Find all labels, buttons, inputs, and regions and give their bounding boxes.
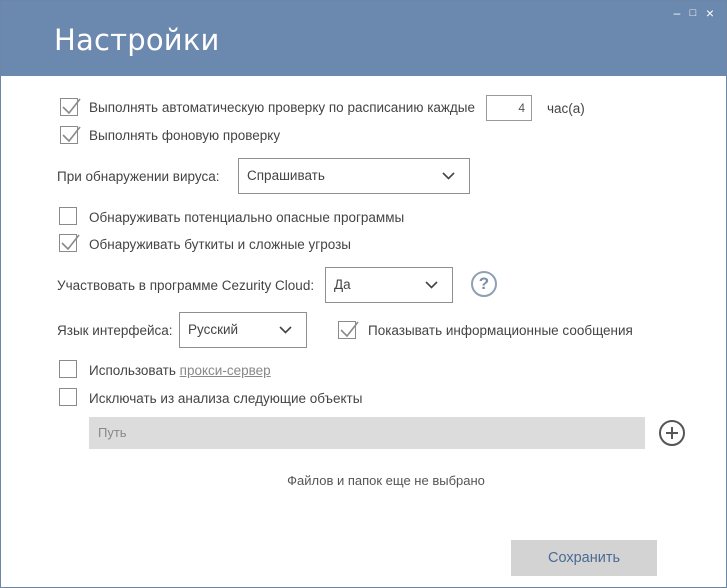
background-check-label: Выполнять фоновую проверку <box>89 128 281 143</box>
settings-window: Настройки – □ × Выполнять автоматическую… <box>0 0 727 588</box>
cloud-value: Да <box>334 277 351 292</box>
virus-action-label: При обнаружении вируса: <box>57 169 220 184</box>
exclusions-label: Исключать из анализа следующие объекты <box>89 391 363 406</box>
check-icon <box>62 98 81 115</box>
title-bar: Настройки – □ × <box>1 1 726 76</box>
pup-checkbox[interactable] <box>59 207 77 225</box>
pup-label: Обнаруживать потенциально опасные програ… <box>89 210 405 225</box>
proxy-checkbox[interactable] <box>59 360 77 378</box>
check-icon <box>62 126 81 143</box>
chevron-down-icon <box>425 281 438 289</box>
background-check-checkbox[interactable] <box>60 126 81 144</box>
cloud-select[interactable]: Да <box>325 267 453 303</box>
add-path-button[interactable] <box>659 420 685 446</box>
interval-input[interactable]: 4 <box>486 95 532 121</box>
language-select[interactable]: Русский <box>179 312 307 348</box>
proxy-label-text: Использовать <box>89 363 176 378</box>
bootkits-label: Обнаруживать буткиты и сложные угрозы <box>89 237 351 252</box>
minimize-button[interactable]: – <box>671 6 683 20</box>
close-button[interactable]: × <box>704 6 716 20</box>
chevron-down-icon <box>442 172 455 180</box>
language-label: Язык интерфейса: <box>57 323 173 338</box>
proxy-label: Использовать прокси-сервер <box>89 363 271 378</box>
virus-action-value: Спрашивать <box>247 168 325 183</box>
auto-check-label: Выполнять автоматическую проверку по рас… <box>89 100 476 115</box>
page-title: Настройки <box>54 23 220 57</box>
proxy-server-link[interactable]: прокси-сервер <box>180 363 271 378</box>
cloud-label: Участвовать в программе Cezurity Cloud: <box>57 278 315 293</box>
maximize-button[interactable]: □ <box>687 6 699 20</box>
save-button[interactable]: Сохранить <box>511 540 657 576</box>
help-icon[interactable]: ? <box>471 271 497 297</box>
virus-action-select[interactable]: Спрашивать <box>238 158 470 194</box>
path-placeholder: Путь <box>98 425 127 440</box>
show-messages-label: Показывать информационные сообщения <box>368 323 633 338</box>
auto-check-checkbox[interactable] <box>60 98 81 116</box>
check-icon <box>340 321 359 338</box>
empty-list-message: Файлов и папок еще не выбрано <box>287 473 485 488</box>
chevron-down-icon <box>279 326 292 334</box>
bootkits-checkbox[interactable] <box>59 234 80 252</box>
check-icon <box>61 234 80 251</box>
interval-unit: час(а) <box>547 101 585 116</box>
language-value: Русский <box>188 322 239 337</box>
exclusions-checkbox[interactable] <box>59 388 77 406</box>
show-messages-checkbox[interactable] <box>338 321 359 339</box>
path-input[interactable]: Путь <box>89 417 645 449</box>
